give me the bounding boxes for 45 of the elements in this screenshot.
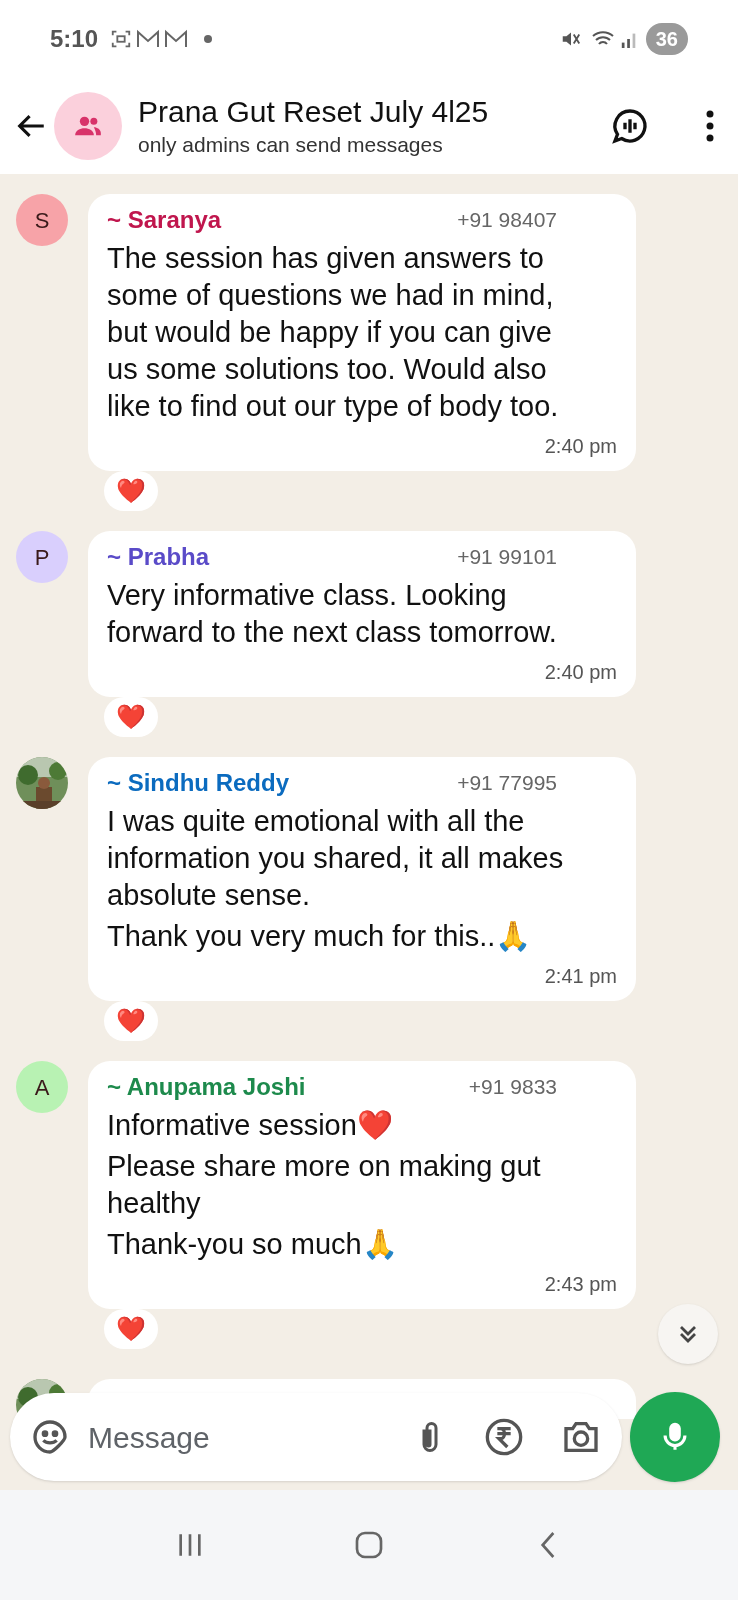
reaction-badge[interactable]: ❤ [104, 1309, 158, 1349]
sender-phone: +91 9833 [468, 1074, 557, 1101]
sender-name[interactable]: ~ Prabha [107, 541, 210, 573]
sender-name[interactable]: ~ Sindhu Reddy [107, 767, 289, 799]
avatar[interactable]: P [16, 531, 68, 583]
message-bubble[interactable]: ~ Sindhu Reddy +91 77995 I was quite emotional with all the information you shared, it all makes absolute sense. Thank you very much for this..🙏 2:41 pm [88, 757, 636, 1001]
dot-icon [204, 35, 213, 43]
message-time: 2:43 pm [544, 1272, 617, 1297]
sender-name[interactable]: ~ Anupama Joshi [107, 1071, 306, 1103]
rupee-icon[interactable] [484, 1417, 524, 1457]
avatar[interactable]: A [16, 1061, 68, 1113]
message-time: 2:40 pm [544, 660, 617, 685]
sender-phone: +91 77995 [457, 770, 557, 797]
reaction-badge[interactable]: ❤ [104, 471, 158, 511]
message-text: Informative session❤ [107, 1108, 394, 1143]
message-text: Thank you very much for this..🙏 [107, 919, 533, 954]
message-time: 2:41 pm [544, 964, 617, 989]
more-options-icon[interactable] [706, 110, 714, 142]
sender-phone: +91 99101 [457, 544, 557, 571]
message-bubble[interactable]: ~ Anupama Joshi +91 9833 Informative session❤ Please share more on making gut healthy Thank-you so much🙏 2:43 pm [88, 1061, 636, 1309]
voice-chat-icon[interactable] [610, 106, 650, 146]
avatar[interactable]: S [16, 194, 68, 246]
home-icon[interactable] [353, 1529, 385, 1561]
mail-icon [136, 29, 161, 49]
message-bubble[interactable]: ~ Prabha +91 99101 Very informative class. Looking forward to the next class tomorrow. 2:40 pm [88, 531, 636, 697]
message-text: The session has given answers to some of questions we had in mind, but would be happy if you can give us some solutions too. Would also like to find out our type of body too. [107, 241, 560, 424]
message-text: Very informative class. Looking forward to the next class tomorrow. [107, 578, 558, 650]
sticker-icon[interactable] [30, 1417, 70, 1457]
message-text: Please share more on making gut healthy [107, 1149, 542, 1221]
chat-title[interactable]: Prana Gut Reset July 4l25 [138, 93, 489, 131]
chat-subtitle: only admins can send messages [138, 132, 444, 158]
sender-name[interactable]: ~ Saranya [107, 204, 222, 236]
message-time: 2:40 pm [544, 434, 617, 459]
message-input[interactable]: Message [10, 1393, 622, 1481]
screenshot-icon [110, 28, 133, 50]
mail-icon [164, 29, 189, 49]
message-text: I was quite emotional with all the information you shared, it all makes absolute sense. [107, 804, 565, 913]
reaction-badge[interactable]: ❤ [104, 697, 158, 737]
message-text: Thank-you so much🙏 [107, 1227, 399, 1262]
scroll-down-button[interactable] [658, 1304, 718, 1364]
sender-phone: +91 98407 [457, 207, 557, 234]
reaction-badge[interactable]: ❤ [104, 1001, 158, 1041]
status-time: 5:10 [50, 24, 99, 54]
message-field[interactable]: Message [88, 1414, 412, 1460]
battery-indicator: 36 [645, 23, 688, 55]
